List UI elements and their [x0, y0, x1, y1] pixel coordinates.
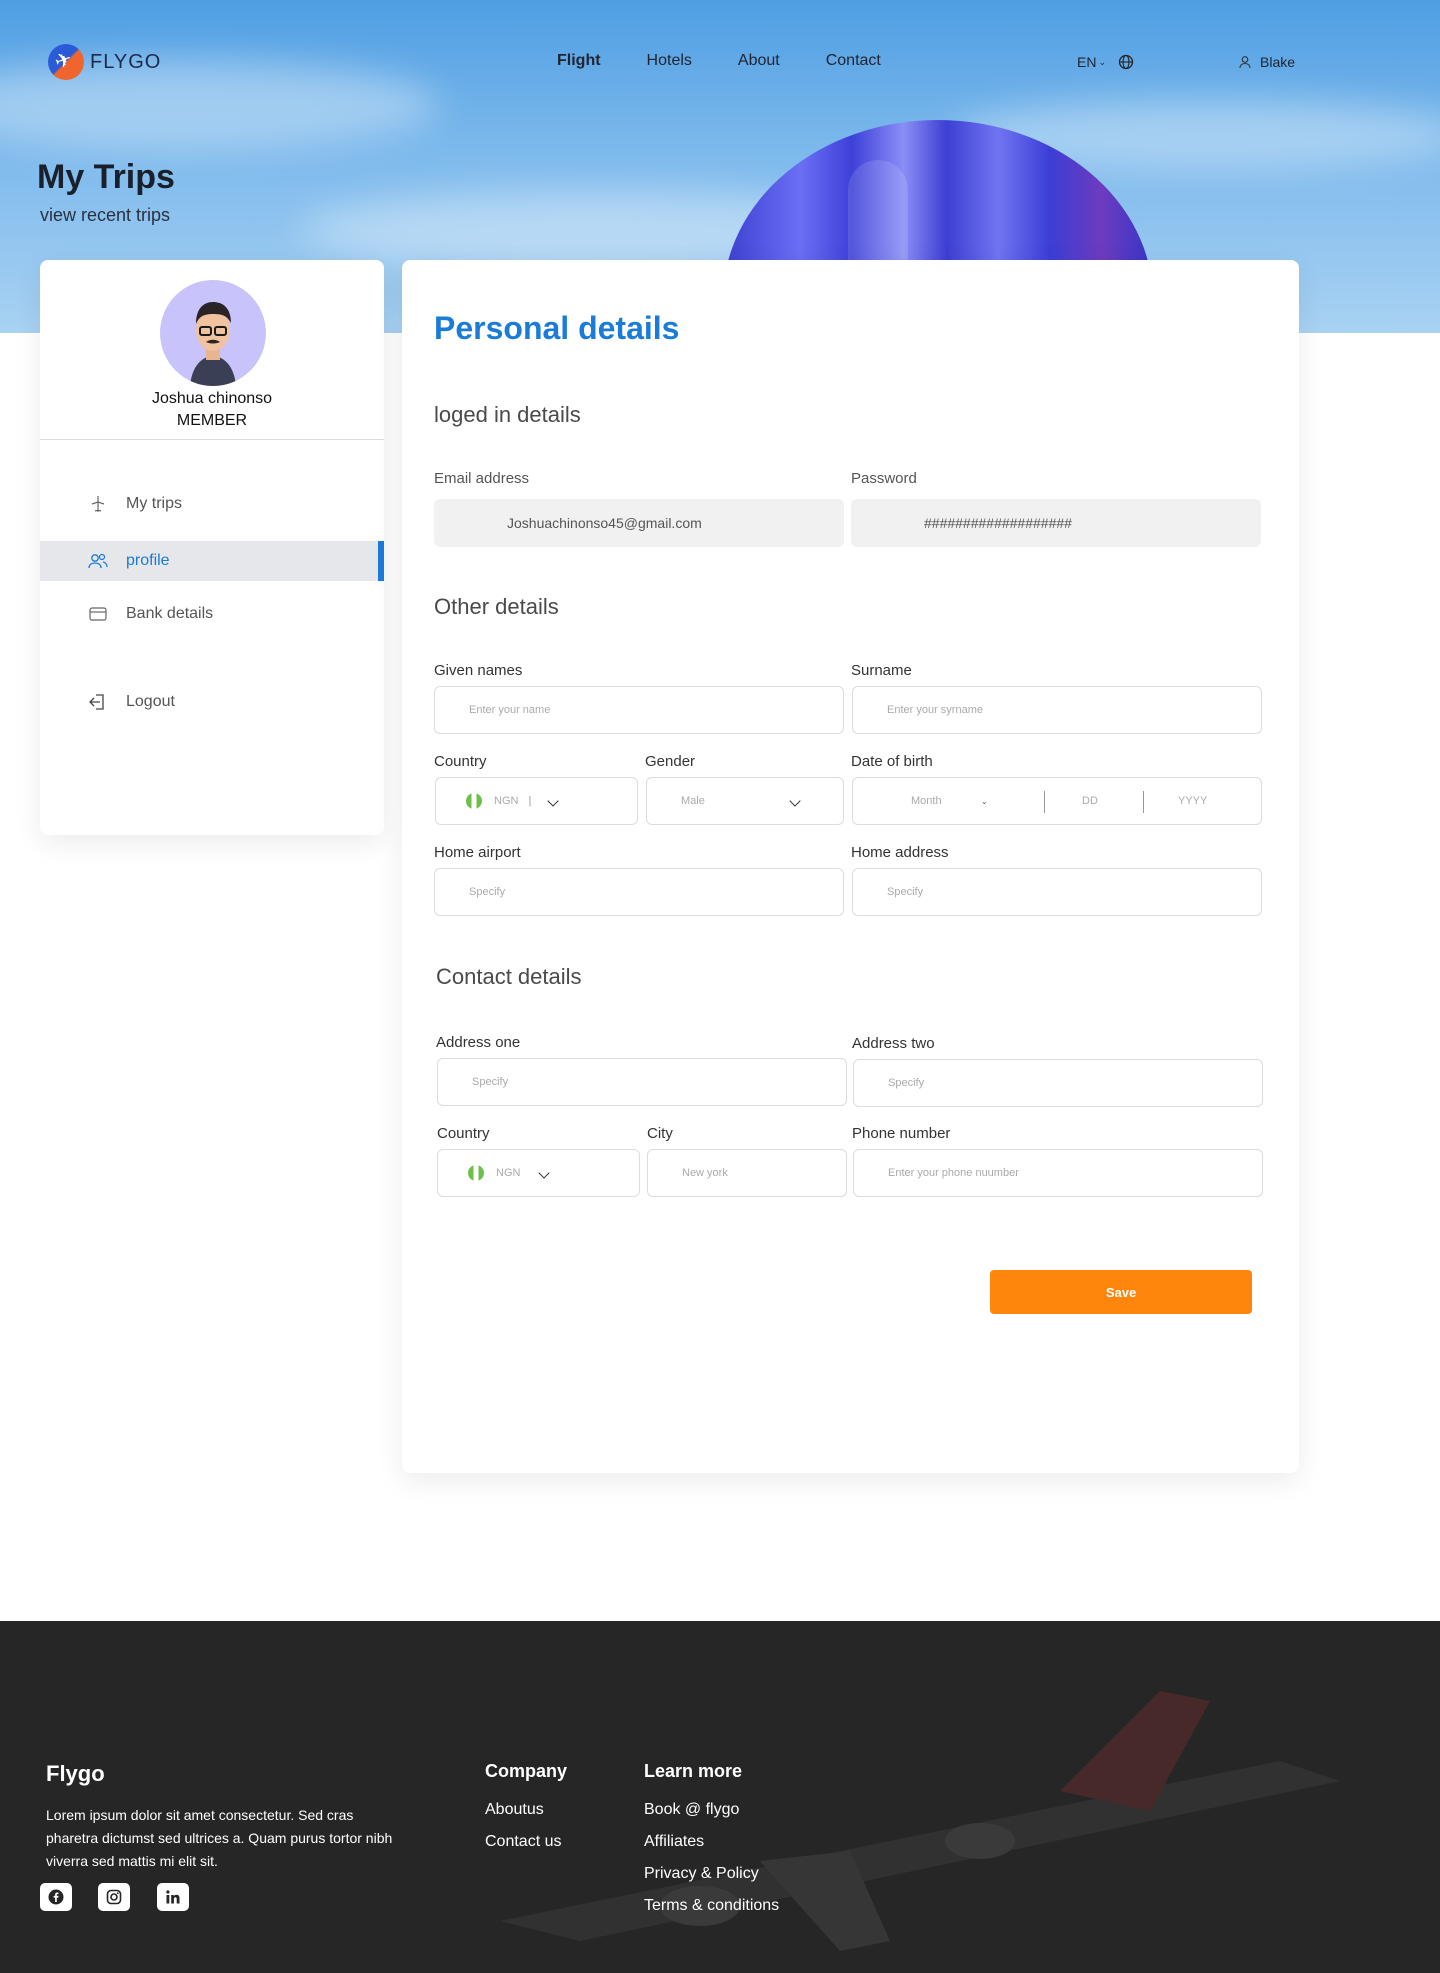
user-name: Blake	[1260, 54, 1296, 70]
contact-country-label: Country	[437, 1125, 490, 1142]
given-names-input[interactable]: Enter your name	[434, 686, 844, 734]
separator	[1143, 791, 1144, 813]
user-menu[interactable]: Blake	[1238, 54, 1295, 70]
company-title: Company	[485, 1761, 568, 1781]
dob-day[interactable]: DD	[1082, 795, 1098, 807]
given-names-label: Given names	[434, 662, 523, 679]
password-label: Password	[851, 470, 917, 487]
email-field[interactable]: Joshuachinonso45@gmail.com	[434, 499, 844, 547]
logo-mark-icon	[48, 44, 84, 80]
footer: Flygo Lorem ipsum dolor sit amet consect…	[0, 1621, 1440, 1973]
linkedin-icon[interactable]	[157, 1883, 189, 1911]
home-airport-input[interactable]: Specify	[434, 868, 844, 916]
main-nav: Flight Hotels About Contact	[557, 52, 881, 70]
sidebar-item-label: Bank details	[126, 605, 214, 622]
country-value: NGN	[496, 1167, 521, 1179]
airplane-background-image	[500, 1691, 1340, 1951]
page-title: My Trips	[37, 158, 175, 196]
logged-in-title: loged in details	[434, 402, 581, 427]
gender-label: Gender	[645, 753, 696, 770]
separator	[1044, 791, 1045, 813]
country-value: NGN	[494, 795, 519, 807]
facebook-icon[interactable]	[40, 1883, 72, 1911]
language-code: EN	[1077, 54, 1097, 70]
separator: |	[528, 795, 532, 807]
nav-about[interactable]: About	[738, 52, 780, 70]
contact-details-title: Contact details	[436, 964, 582, 989]
sidebar-item-logout[interactable]: Logout	[40, 682, 384, 722]
home-address-label: Home address	[851, 844, 949, 861]
sidebar-item-profile[interactable]: profile	[40, 541, 384, 581]
plane-icon	[88, 494, 108, 514]
page-subtitle: view recent trips	[40, 205, 171, 225]
user-icon	[1239, 56, 1251, 69]
profile-role: MEMBER	[176, 412, 248, 429]
avatar-illustration	[190, 302, 236, 386]
sidebar-item-label: My trips	[126, 495, 182, 512]
footer-link-aboutus[interactable]: Aboutus	[485, 1801, 544, 1819]
divider	[40, 439, 384, 440]
home-airport-label: Home airport	[434, 844, 521, 861]
language-selector[interactable]: EN ⌄	[1077, 54, 1134, 70]
brand-name: FLYGO	[90, 50, 162, 73]
nav-flight[interactable]: Flight	[557, 52, 601, 70]
password-field[interactable]: ###################	[851, 499, 1261, 547]
profile-name: Joshua chinonso	[151, 390, 273, 407]
sidebar-item-bank-details[interactable]: Bank details	[40, 594, 384, 634]
chevron-down-icon: ⌄	[981, 796, 988, 806]
footer-link-privacy[interactable]: Privacy & Policy	[644, 1865, 759, 1883]
chevron-down-icon	[547, 795, 559, 807]
instagram-icon[interactable]	[98, 1883, 130, 1911]
home-address-input[interactable]: Specify	[852, 868, 1262, 916]
surname-input[interactable]: Enter your syrname	[852, 686, 1262, 734]
gender-value: Male	[681, 795, 705, 807]
section-title: Personal details	[434, 310, 680, 346]
footer-link-terms[interactable]: Terms & conditions	[644, 1897, 779, 1915]
country-label: Country	[434, 753, 487, 770]
email-label: Email address	[434, 470, 530, 487]
chevron-down-icon	[789, 795, 801, 807]
address-one-input[interactable]: Specify	[437, 1058, 847, 1106]
phone-input[interactable]: Enter your phone nuumber	[853, 1149, 1263, 1197]
country-select[interactable]: NGN |	[435, 777, 638, 825]
personal-details-card: Personal details loged in details Email …	[402, 260, 1299, 1473]
nav-contact[interactable]: Contact	[826, 52, 881, 70]
logout-icon	[88, 692, 108, 712]
contact-country-select[interactable]: NGN	[437, 1149, 640, 1197]
city-label: City	[647, 1125, 673, 1142]
city-input[interactable]: New york	[647, 1149, 847, 1197]
footer-brand: Flygo	[46, 1761, 105, 1786]
sidebar-item-label: Logout	[126, 693, 175, 710]
nigeria-flag-icon	[466, 793, 482, 809]
phone-label: Phone number	[852, 1125, 951, 1142]
other-details-title: Other details	[434, 594, 559, 619]
dob-month[interactable]: Month	[911, 795, 981, 807]
card-icon	[88, 604, 108, 624]
address-two-label: Address two	[852, 1035, 935, 1052]
brand-logo[interactable]: FLYGO	[48, 44, 161, 80]
users-icon	[88, 551, 108, 571]
sidebar-item-label: profile	[126, 552, 170, 569]
address-two-input[interactable]: Specify	[853, 1059, 1263, 1107]
nigeria-flag-icon	[468, 1165, 484, 1181]
footer-link-affiliates[interactable]: Affiliates	[644, 1833, 704, 1851]
gender-select[interactable]: Male	[646, 777, 844, 825]
dob-field[interactable]: Month ⌄ DD YYYY	[852, 777, 1262, 825]
address-one-label: Address one	[436, 1034, 521, 1051]
globe-icon[interactable]	[1118, 54, 1134, 70]
footer-link-book[interactable]: Book @ flygo	[644, 1801, 739, 1819]
chevron-down-icon: ⌄	[1098, 56, 1106, 67]
footer-description: Lorem ipsum dolor sit amet consectetur. …	[46, 1807, 393, 1869]
learn-more-title: Learn more	[644, 1761, 743, 1781]
dob-label: Date of birth	[851, 753, 933, 770]
avatar	[160, 280, 266, 386]
sidebar-item-my-trips[interactable]: My trips	[40, 484, 384, 524]
dob-year[interactable]: YYYY	[1178, 795, 1207, 807]
nav-hotels[interactable]: Hotels	[647, 52, 692, 70]
surname-label: Surname	[851, 662, 912, 679]
chevron-down-icon	[538, 1167, 551, 1179]
save-button[interactable]: Save	[990, 1270, 1252, 1314]
footer-link-contact-us[interactable]: Contact us	[485, 1833, 561, 1851]
profile-sidebar: Joshua chinonso MEMBER My trips profile …	[40, 260, 384, 835]
